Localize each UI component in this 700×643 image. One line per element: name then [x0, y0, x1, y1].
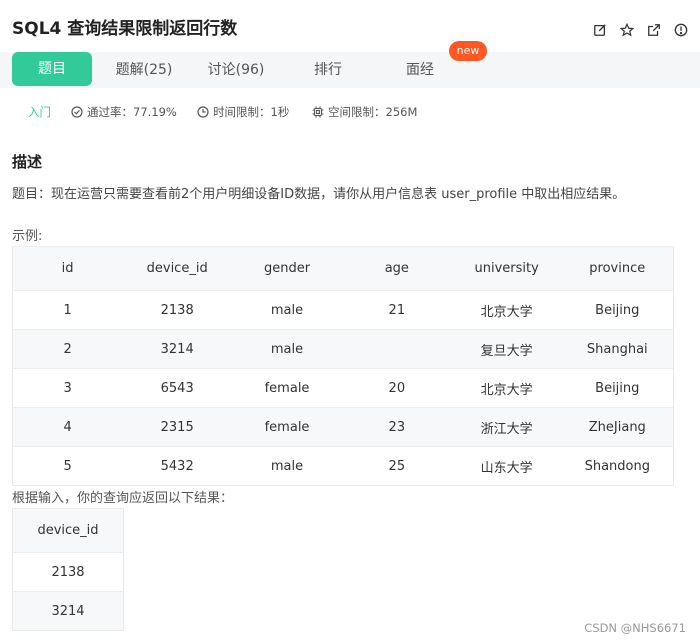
table-cell: male	[232, 290, 342, 330]
result-table: device_id 2138 3214	[12, 508, 124, 631]
tab-problem[interactable]: 题目	[12, 52, 92, 86]
watermark: CSDN @NHS6671	[584, 621, 686, 635]
page-title: SQL4 查询结果限制返回行数	[12, 18, 238, 39]
table-cell: female	[232, 407, 342, 447]
table-cell: 3	[12, 368, 123, 408]
tab-solutions[interactable]: 题解(25)	[103, 52, 185, 88]
space-limit: 空间限制：256M	[312, 104, 417, 120]
table-cell	[341, 329, 452, 369]
example-table: id device_id gender age university provi…	[12, 246, 674, 486]
table-row: 1 2138 male 21 北京大学 Beijing	[12, 290, 674, 330]
table-cell: 2	[12, 329, 123, 369]
table-row: 5 5432 male 25 山东大学 Shandong	[12, 446, 674, 486]
time-limit-text: 时间限制：1秒	[213, 105, 290, 119]
edit-icon[interactable]	[586, 20, 613, 40]
space-limit-text: 空间限制：256M	[328, 105, 418, 119]
tab-discussion[interactable]: 讨论(96)	[196, 52, 276, 88]
table-row: 2 3214 male 复旦大学 Shanghai	[12, 329, 674, 369]
table-cell: 山东大学	[451, 446, 562, 486]
table-header-row: id device_id gender age university provi…	[12, 246, 674, 291]
table-cell: Shandong	[561, 446, 674, 486]
table-cell: Beijing	[561, 290, 674, 330]
header-actions	[586, 20, 694, 40]
time-limit: 时间限制：1秒	[197, 104, 289, 120]
table-cell: 5	[12, 446, 123, 486]
table-cell: male	[232, 446, 342, 486]
description-text: 题目：现在运营只需要查看前2个用户明细设备ID数据，请你从用户信息表 user_…	[12, 187, 626, 202]
table-cell: 23	[341, 407, 452, 447]
table-cell: 25	[341, 446, 452, 486]
table-row: 3214	[12, 591, 124, 631]
table-cell: 浙江大学	[451, 407, 562, 447]
table-cell: male	[232, 329, 342, 369]
table-row: 2138	[12, 552, 124, 592]
table-cell: 2315	[122, 407, 233, 447]
tab-ranking[interactable]: 排行	[289, 52, 367, 88]
table-row: 3 6543 female 20 北京大学 Beijing	[12, 368, 674, 408]
table-cell: 4	[12, 407, 123, 447]
tab-bar: 题目 题解(25) 讨论(96) 排行 面经	[0, 52, 700, 88]
external-link-icon[interactable]	[640, 20, 667, 40]
column-header: gender	[232, 246, 342, 291]
tab-interview[interactable]: 面经	[381, 52, 459, 88]
column-header: id	[12, 246, 123, 291]
chip-icon	[312, 106, 324, 118]
table-cell: female	[232, 368, 342, 408]
table-header-row: device_id	[12, 508, 124, 553]
table-cell: Shanghai	[561, 329, 674, 369]
column-header: device_id	[12, 508, 124, 553]
clock-icon	[197, 106, 209, 118]
table-cell: 6543	[122, 368, 233, 408]
star-icon[interactable]	[613, 20, 640, 40]
table-cell: 21	[341, 290, 452, 330]
table-cell: ZheJiang	[561, 407, 674, 447]
column-header: device_id	[122, 246, 233, 291]
table-cell: 3214	[122, 329, 233, 369]
result-label: 根据输入，你的查询应返回以下结果：	[12, 491, 234, 506]
description-heading: 描述	[12, 153, 43, 171]
table-cell: 北京大学	[451, 290, 562, 330]
table-cell: 20	[341, 368, 452, 408]
info-icon[interactable]	[667, 20, 694, 40]
new-badge: new	[449, 41, 487, 61]
example-label: 示例:	[12, 229, 43, 244]
pass-rate: 通过率：77.19%	[71, 104, 177, 120]
difficulty-level: 入门	[28, 105, 51, 119]
column-header: age	[341, 246, 452, 291]
table-cell: 北京大学	[451, 368, 562, 408]
column-header: university	[451, 246, 562, 291]
table-cell: 2138	[12, 552, 124, 592]
pass-rate-text: 通过率：77.19%	[87, 105, 177, 119]
table-cell: 2138	[122, 290, 233, 330]
check-circle-icon	[71, 106, 83, 118]
table-cell: 5432	[122, 446, 233, 486]
table-cell: Beijing	[561, 368, 674, 408]
table-row: 4 2315 female 23 浙江大学 ZheJiang	[12, 407, 674, 447]
table-cell: 1	[12, 290, 123, 330]
table-cell: 复旦大学	[451, 329, 562, 369]
column-header: province	[561, 246, 674, 291]
table-cell: 3214	[12, 591, 124, 631]
